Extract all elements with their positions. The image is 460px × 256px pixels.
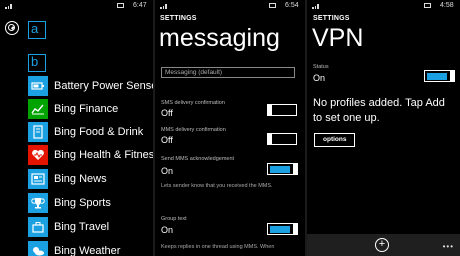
sms-confirmation-label: SMS delivery confirmation <box>161 100 225 106</box>
settings-header: SETTINGS <box>313 15 350 22</box>
status-bar: 6:54 <box>155 0 305 12</box>
app-label: Bing Food & Drink <box>54 126 144 138</box>
vpn-status-label: Status <box>313 64 329 70</box>
mms-ack-toggle[interactable] <box>267 162 298 175</box>
battery-status-icon <box>269 3 276 8</box>
app-bar: + ••• <box>307 234 460 256</box>
toggle-fill <box>269 165 290 173</box>
toggle-thumb <box>266 132 272 145</box>
signal-icon <box>160 3 168 9</box>
mms-confirmation-label: MMS delivery confirmation <box>161 127 226 133</box>
app-item-bing-finance[interactable]: Bing Finance <box>28 99 118 119</box>
signal-icon <box>312 3 320 9</box>
mms-ack-value: On <box>161 166 174 176</box>
settings-header: SETTINGS <box>160 15 197 22</box>
weather-icon <box>28 241 48 256</box>
status-bar: 4:58 <box>307 0 460 12</box>
toggle-thumb <box>266 103 272 116</box>
group-text-label: Group text <box>161 216 187 222</box>
more-options-icon[interactable]: ••• <box>443 242 454 251</box>
page-title: messaging <box>159 24 280 52</box>
toggle-thumb <box>449 69 455 82</box>
signal-icon <box>5 3 13 9</box>
heart-icon <box>28 145 48 165</box>
mms-ack-description: Lets sender know that you received the M… <box>161 183 273 189</box>
mms-ack-label: Send MMS acknowledgement <box>161 156 235 162</box>
battery-icon <box>28 76 48 96</box>
mms-confirmation-toggle[interactable] <box>266 132 297 145</box>
clock: 4:58 <box>440 2 454 9</box>
app-item-bing-health-fitness[interactable]: Bing Health & Fitness <box>28 145 153 165</box>
vpn-status-toggle[interactable] <box>424 69 455 82</box>
app-label: Battery Power Sense <box>54 80 153 92</box>
app-label: Bing News <box>54 173 107 185</box>
clock: 6:54 <box>285 2 299 9</box>
app-item-battery-power-sense[interactable]: Battery Power Sense <box>28 76 153 96</box>
app-list-screen: 6:47 a b Battery Power Sense Bing Financ… <box>0 0 153 256</box>
vpn-status-value: On <box>313 73 326 83</box>
battery-status-icon <box>424 3 431 8</box>
app-item-bing-news[interactable]: Bing News <box>28 169 107 189</box>
app-label: Bing Travel <box>54 221 110 233</box>
messaging-settings-screen: 6:54 SETTINGS messaging Messaging (defau… <box>155 0 305 256</box>
app-label: Bing Health & Fitness <box>54 149 153 161</box>
app-item-bing-sports[interactable]: Bing Sports <box>28 193 111 213</box>
toggle-fill <box>269 225 290 233</box>
travel-icon <box>28 217 48 237</box>
group-text-description: Keeps replies in one thread using MMS. W… <box>161 244 275 250</box>
news-icon <box>28 169 48 189</box>
finance-chart-icon <box>28 99 48 119</box>
mms-confirmation-value: Off <box>161 135 173 145</box>
toggle-thumb <box>292 162 298 175</box>
search-icon[interactable] <box>5 21 19 35</box>
add-icon[interactable]: + <box>375 238 389 252</box>
app-label: Bing Weather <box>54 245 121 256</box>
options-button[interactable]: options <box>314 133 356 147</box>
sms-confirmation-value: Off <box>161 108 173 118</box>
sms-confirmation-toggle[interactable] <box>266 103 297 116</box>
status-bar: 6:47 <box>0 0 153 12</box>
letter-tile-b[interactable]: b <box>28 54 46 72</box>
toggle-fill <box>426 72 447 80</box>
messaging-app-select[interactable]: Messaging (default) <box>161 67 295 78</box>
toggle-thumb <box>292 222 298 235</box>
no-profiles-message: No profiles added. Tap Add to set one up… <box>313 96 459 126</box>
app-item-bing-weather[interactable]: Bing Weather <box>28 241 120 256</box>
vpn-settings-screen: 4:58 SETTINGS VPN Status On No profiles … <box>307 0 460 256</box>
page-title: VPN <box>312 24 364 52</box>
app-item-bing-travel[interactable]: Bing Travel <box>28 217 109 237</box>
letter-tile-a[interactable]: a <box>28 21 46 39</box>
food-drink-icon <box>28 122 48 142</box>
no-profiles-line-1: No profiles added. Tap Add <box>313 97 445 109</box>
app-label: Bing Sports <box>54 197 111 209</box>
app-item-bing-food-drink[interactable]: Bing Food & Drink <box>28 122 143 142</box>
trophy-icon <box>28 193 48 213</box>
group-text-toggle[interactable] <box>267 222 298 235</box>
battery-status-icon <box>117 3 124 8</box>
clock: 6:47 <box>133 2 147 9</box>
group-text-value: On <box>161 225 174 235</box>
app-label: Bing Finance <box>54 103 119 115</box>
no-profiles-line-2: to set one up. <box>313 112 380 124</box>
